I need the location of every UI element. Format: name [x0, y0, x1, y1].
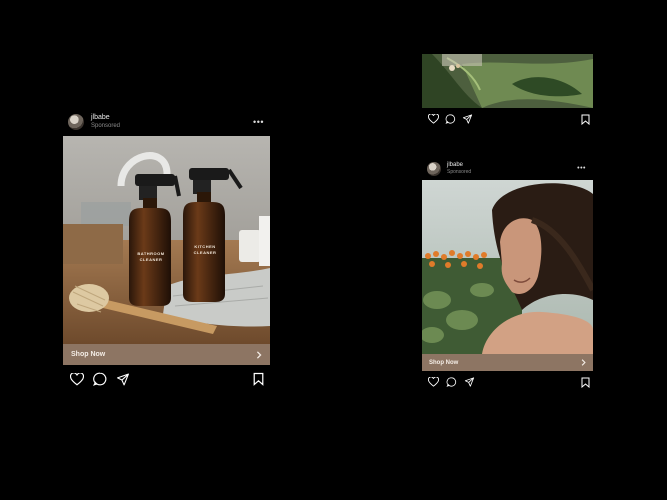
bottle-label-bathroom: BATHROOM CLEANER: [137, 251, 165, 262]
shop-now-button[interactable]: Shop Now: [63, 344, 270, 365]
bottle-label-kitchen: KITCHEN CLEANER: [193, 244, 217, 255]
more-options-icon[interactable]: •••: [253, 117, 264, 127]
screen: { "posts": [ { "username": "jlbabe", "sp…: [0, 0, 667, 500]
bookmark-icon[interactable]: [581, 114, 590, 125]
shop-now-button[interactable]: Shop Now: [422, 354, 593, 371]
cta-label: Shop Now: [71, 351, 106, 358]
leaves-photo: [422, 54, 593, 108]
woman-greenhouse-photo: [422, 180, 593, 354]
comment-icon[interactable]: [445, 114, 456, 124]
heart-icon[interactable]: [428, 377, 439, 387]
share-icon[interactable]: [464, 377, 475, 387]
username[interactable]: jlbabe: [447, 162, 471, 169]
post-image[interactable]: [422, 180, 593, 354]
avatar[interactable]: [427, 161, 441, 176]
chevron-right-icon: [581, 359, 586, 366]
cta-label: Shop Now: [429, 359, 459, 366]
post-header: jlbabe Sponsored •••: [68, 113, 268, 130]
bookmark-icon[interactable]: [253, 372, 264, 386]
post-header: jlbabe Sponsored •••: [427, 161, 590, 176]
sponsored-label: Sponsored: [447, 168, 472, 175]
sponsored-label: Sponsored: [91, 122, 121, 129]
share-icon[interactable]: [462, 114, 473, 124]
partial-post-image[interactable]: [422, 54, 593, 108]
heart-icon[interactable]: [428, 114, 439, 124]
username[interactable]: jlbabe: [91, 114, 120, 122]
share-icon[interactable]: [116, 373, 130, 386]
comment-icon[interactable]: [93, 372, 107, 386]
spray-bottles-photo: [63, 136, 270, 344]
chevron-right-icon: [256, 350, 262, 359]
comment-icon[interactable]: [446, 377, 457, 387]
post-image[interactable]: BATHROOM CLEANER KITCHEN CLEANER: [63, 136, 270, 344]
partial-post-action-bar: [428, 113, 590, 125]
post-action-bar: [428, 376, 590, 388]
post-action-bar: [70, 372, 264, 386]
bookmark-icon[interactable]: [581, 377, 590, 388]
heart-icon[interactable]: [70, 372, 84, 386]
more-options-icon[interactable]: •••: [577, 165, 586, 172]
avatar[interactable]: [68, 113, 84, 130]
